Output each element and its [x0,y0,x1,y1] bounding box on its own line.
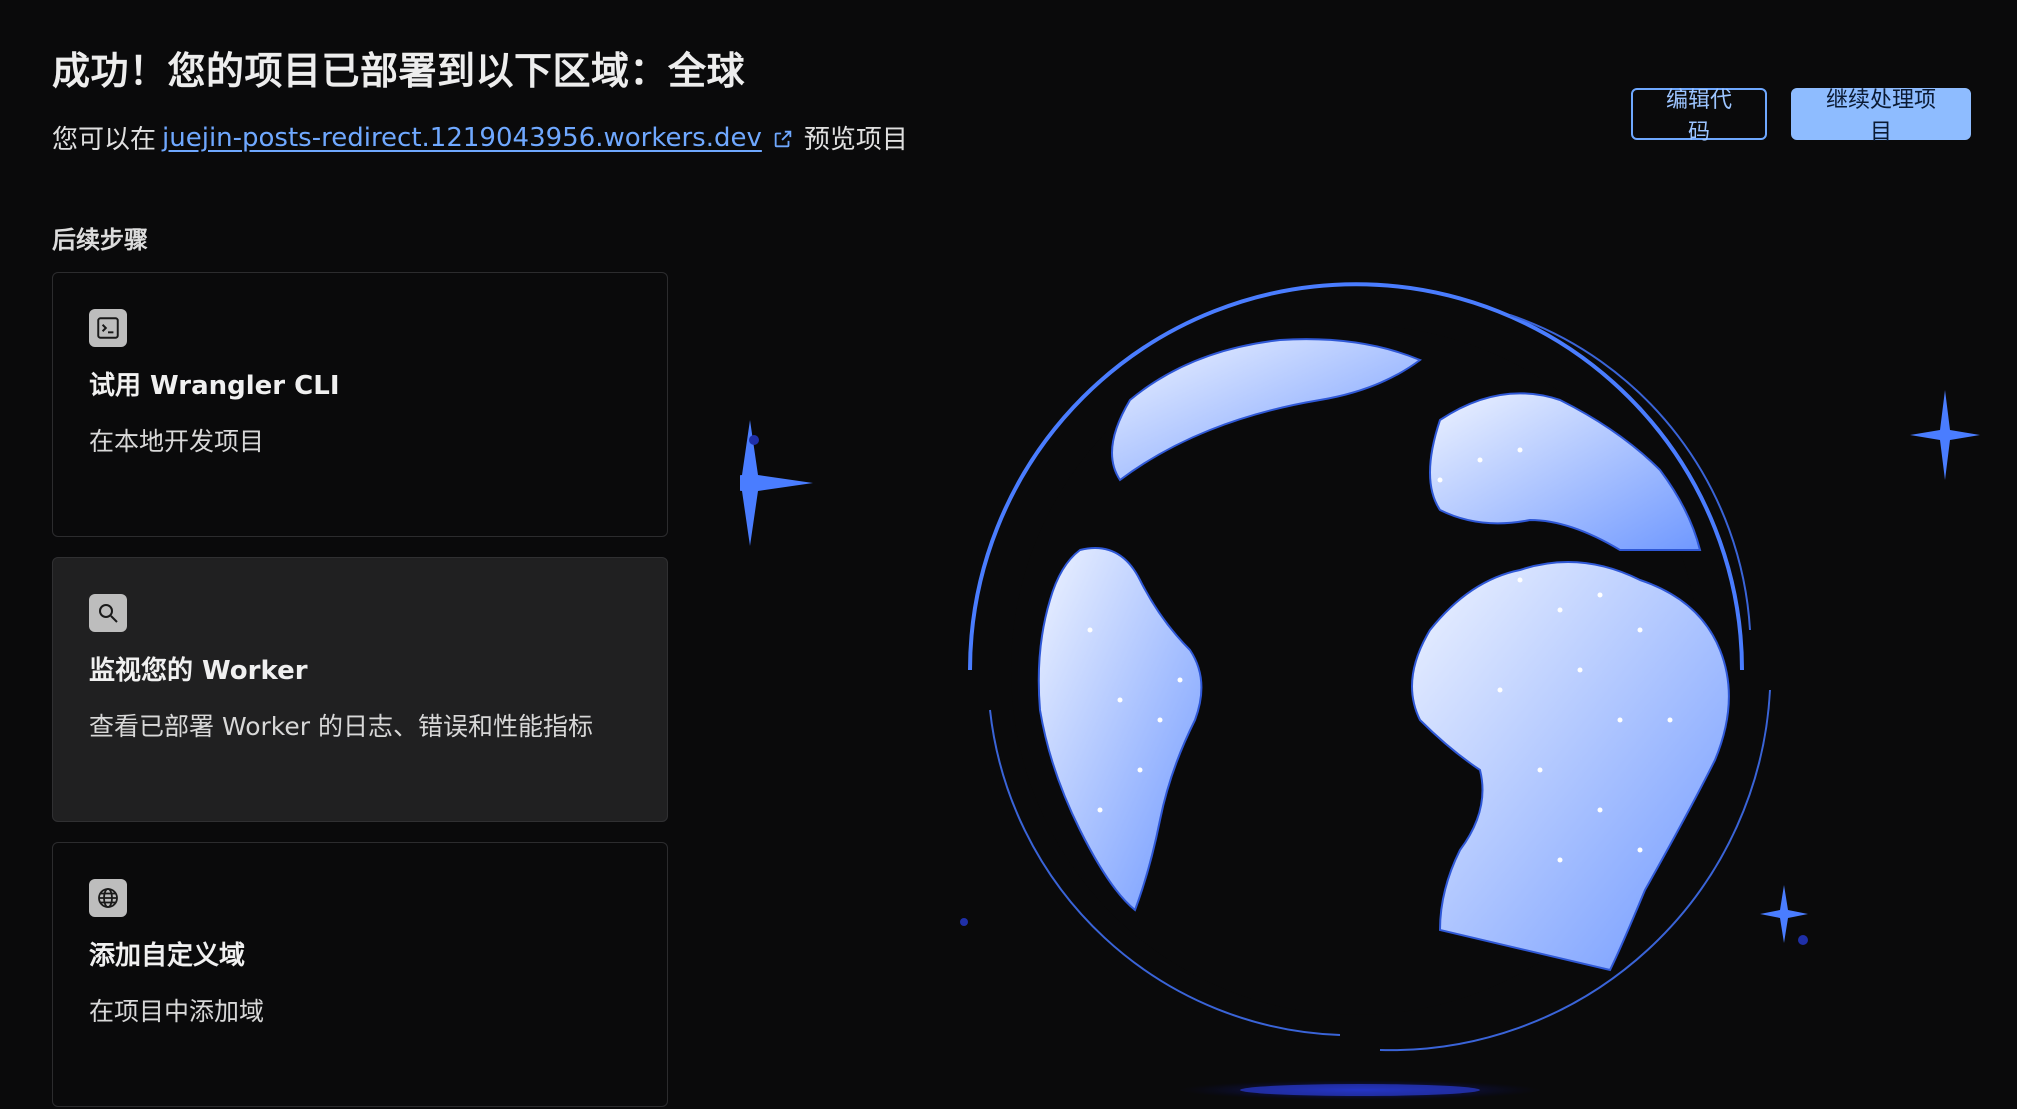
external-link-icon[interactable] [772,127,794,149]
step-card-title: 试用 Wrangler CLI [89,371,340,401]
step-card-description: 在项目中添加域 [89,997,265,1026]
step-card-wrangler[interactable]: 试用 Wrangler CLI 在本地开发项目 [52,272,668,537]
next-steps-list: 试用 Wrangler CLI 在本地开发项目 监视您的 Worker 查看已部… [52,272,668,1109]
step-card-description: 在本地开发项目 [89,427,265,456]
globe-icon [89,879,127,917]
subtitle-suffix: 预览项目 [803,125,908,155]
search-icon [89,594,127,632]
sparkle-icon [1760,885,1808,943]
step-card-description: 查看已部署 Worker 的日志、错误和性能指标 [89,712,593,741]
continue-project-button[interactable]: 继续处理项目 [1791,88,1971,145]
page: 成功！您的项目已部署到以下区域：全球 您可以在 juejin-posts-red… [0,0,2017,1109]
sparkle-icon [1910,390,1980,480]
globe-illustration [655,250,2010,1109]
page-header: 成功！您的项目已部署到以下区域：全球 您可以在 juejin-posts-red… [52,40,908,156]
step-card-title: 监视您的 Worker [89,656,308,686]
preview-link[interactable]: juejin-posts-redirect.1219043956.workers… [162,123,762,153]
step-card-custom-domain[interactable]: 添加自定义域 在项目中添加域 [52,842,668,1107]
page-title: 成功！您的项目已部署到以下区域：全球 [52,49,746,93]
subtitle-prefix: 您可以在 [52,125,157,155]
next-steps-heading: 后续步骤 [52,226,148,254]
header-actions: 编辑代码 继续处理项目 [1631,88,1971,145]
step-card-monitor[interactable]: 监视您的 Worker 查看已部署 Worker 的日志、错误和性能指标 [52,557,668,822]
edit-code-button[interactable]: 编辑代码 [1631,88,1767,145]
step-card-title: 添加自定义域 [89,941,246,971]
preview-subtitle: 您可以在 juejin-posts-redirect.1219043956.wo… [52,119,908,156]
terminal-icon [89,309,127,347]
